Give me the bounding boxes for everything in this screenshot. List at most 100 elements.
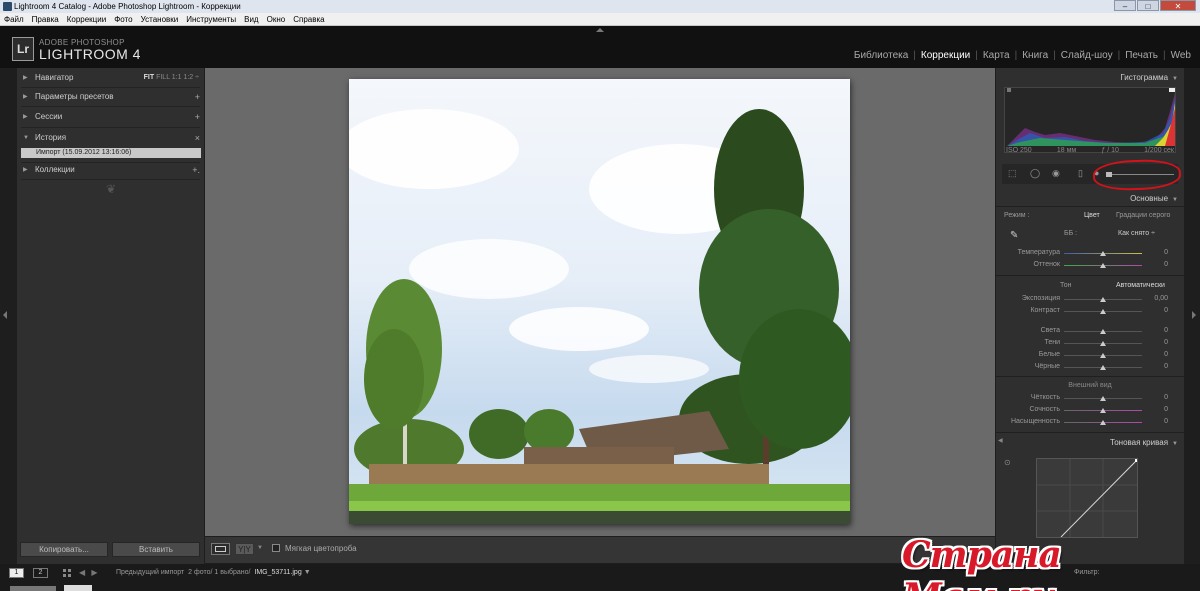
identity-plate xyxy=(0,26,1200,68)
vibrance-slider[interactable]: Сочность 0 xyxy=(1004,406,1176,416)
graduated-filter-icon[interactable]: ▯ xyxy=(1078,168,1083,179)
exposure-slider[interactable]: Экспозиция 0,00 xyxy=(1004,295,1176,305)
source-count: 2 фото/ 1 выбрано/ xyxy=(188,569,251,576)
presets-header[interactable]: ▶ Параметры пресетов + xyxy=(21,91,201,103)
target-adjust-icon[interactable]: ⊙ xyxy=(1004,458,1011,467)
menu-file[interactable]: Файл xyxy=(0,13,28,25)
histogram-header[interactable]: Гистограмма ▼ xyxy=(1120,73,1178,82)
zoom-fill[interactable]: FILL xyxy=(156,74,170,81)
highlights-label: Света xyxy=(1040,327,1060,334)
shadows-value[interactable]: 0 xyxy=(1164,339,1168,346)
white-balance-dropdown[interactable]: Как снято ÷ xyxy=(1118,230,1155,237)
menu-edit[interactable]: Правка xyxy=(28,13,63,25)
expand-triangle-icon[interactable]: ◀ xyxy=(998,437,1003,444)
red-eye-icon[interactable]: ◉ xyxy=(1052,168,1060,179)
collections-header[interactable]: ▶ Коллекции +. xyxy=(21,164,201,176)
history-label: История xyxy=(35,133,67,142)
add-collection-icon[interactable]: +. xyxy=(192,164,200,176)
before-after-dropdown-icon[interactable]: ▼ xyxy=(257,545,263,551)
saturation-value[interactable]: 0 xyxy=(1164,418,1168,425)
filmstrip-thumbnail[interactable] xyxy=(64,585,92,591)
sessions-header[interactable]: ▶ Сессии + xyxy=(21,111,201,123)
contrast-value[interactable]: 0 xyxy=(1164,307,1168,314)
menu-window[interactable]: Окно xyxy=(263,13,290,25)
paste-settings-button[interactable]: Вставить xyxy=(112,542,200,557)
zoom-1-2[interactable]: 1:2 ÷ xyxy=(183,74,199,81)
module-develop[interactable]: Коррекции xyxy=(918,50,973,61)
before-after-button[interactable]: Y|Y xyxy=(235,543,254,555)
secondary-window-button[interactable]: 2 xyxy=(33,568,48,578)
zoom-1-1[interactable]: 1:1 xyxy=(172,74,182,81)
auto-tone-button[interactable]: Автоматически xyxy=(1116,282,1165,289)
basic-header[interactable]: Основные ▼ xyxy=(1130,194,1178,203)
source-dropdown-icon[interactable]: ▼ xyxy=(304,569,311,576)
spot-removal-icon[interactable]: ◯ xyxy=(1030,168,1040,179)
vibrance-value[interactable]: 0 xyxy=(1164,406,1168,413)
zoom-fit[interactable]: FIT xyxy=(144,74,155,81)
temperature-slider[interactable]: Температура 0 xyxy=(1004,249,1176,259)
clarity-label: Чёткость xyxy=(1030,394,1060,401)
photo-preview[interactable] xyxy=(349,79,850,524)
tone-curve-header[interactable]: Тоновая кривая ▼ xyxy=(1110,438,1178,447)
whites-value[interactable]: 0 xyxy=(1164,351,1168,358)
filmstrip-source[interactable]: Предыдущий импорт 2 фото/ 1 выбрано/ IMG… xyxy=(116,569,311,576)
soft-proof-checkbox[interactable] xyxy=(272,544,280,552)
highlights-slider[interactable]: Света 0 xyxy=(1004,327,1176,337)
exposure-value[interactable]: 0,00 xyxy=(1154,295,1168,302)
maximize-button[interactable]: □ xyxy=(1137,0,1159,11)
back-arrow-icon[interactable]: ◀ xyxy=(79,568,85,577)
navigator-header[interactable]: ▶ Навигатор FIT FILL 1:1 1:2 ÷ xyxy=(21,72,201,84)
tone-label: Тон xyxy=(1060,282,1072,289)
temperature-value[interactable]: 0 xyxy=(1164,249,1168,256)
module-slideshow[interactable]: Слайд-шоу xyxy=(1058,50,1116,61)
close-button[interactable]: ✕ xyxy=(1160,0,1196,11)
copy-settings-button[interactable]: Копировать... xyxy=(20,542,108,557)
left-panel: ▶ Навигатор FIT FILL 1:1 1:2 ÷ ▶ Парамет… xyxy=(17,68,204,564)
whites-slider[interactable]: Белые 0 xyxy=(1004,351,1176,361)
highlights-value[interactable]: 0 xyxy=(1164,327,1168,334)
history-header[interactable]: ▼ История × xyxy=(21,132,201,144)
add-session-icon[interactable]: + xyxy=(195,111,200,123)
menu-view[interactable]: Вид xyxy=(240,13,262,25)
module-map[interactable]: Карта xyxy=(980,50,1013,61)
iso-value: ISO 250 xyxy=(1006,147,1032,154)
module-web[interactable]: Web xyxy=(1168,50,1194,61)
add-preset-icon[interactable]: + xyxy=(195,91,200,103)
module-library[interactable]: Библиотека xyxy=(851,50,911,61)
grid-view-icon[interactable] xyxy=(63,569,72,578)
module-book[interactable]: Книга xyxy=(1019,50,1051,61)
shadows-slider[interactable]: Тени 0 xyxy=(1004,339,1176,349)
menu-tools[interactable]: Инструменты xyxy=(182,13,240,25)
eyedropper-icon[interactable]: ✎ xyxy=(1010,230,1018,241)
crop-tool-icon[interactable]: ⬚ xyxy=(1008,168,1017,179)
menu-develop[interactable]: Коррекции xyxy=(63,13,110,25)
blacks-slider[interactable]: Чёрные 0 xyxy=(1004,363,1176,373)
filmstrip-thumbnail[interactable] xyxy=(10,586,56,591)
module-print[interactable]: Печать xyxy=(1122,50,1161,61)
brand-title: LIGHTROOM 4 xyxy=(39,46,141,62)
primary-window-button[interactable]: 1 xyxy=(9,568,24,578)
menu-photo[interactable]: Фото xyxy=(110,13,136,25)
tone-curve-graph[interactable] xyxy=(1036,458,1138,538)
expand-triangle-icon: ▶ xyxy=(23,94,28,100)
loupe-view-button[interactable] xyxy=(211,543,230,555)
history-step[interactable]: Импорт (15.09.2012 13:16:06) xyxy=(21,148,201,158)
tint-value[interactable]: 0 xyxy=(1164,261,1168,268)
clear-history-icon[interactable]: × xyxy=(195,132,200,144)
clarity-value[interactable]: 0 xyxy=(1164,394,1168,401)
treatment-grayscale[interactable]: Градации серого xyxy=(1116,212,1170,219)
treatment-color[interactable]: Цвет xyxy=(1084,212,1100,219)
contrast-slider[interactable]: Контраст 0 xyxy=(1004,307,1176,317)
saturation-slider[interactable]: Насыщенность 0 xyxy=(1004,418,1176,428)
blacks-label: Чёрные xyxy=(1034,363,1060,370)
tint-slider[interactable]: Оттенок 0 xyxy=(1004,261,1176,271)
clarity-slider[interactable]: Чёткость 0 xyxy=(1004,394,1176,404)
minimize-button[interactable]: – xyxy=(1114,0,1136,11)
right-panel-toggle-icon[interactable] xyxy=(1192,311,1196,319)
blacks-value[interactable]: 0 xyxy=(1164,363,1168,370)
top-panel-toggle-icon[interactable] xyxy=(596,28,604,32)
left-panel-toggle-icon[interactable] xyxy=(3,311,7,319)
menu-settings[interactable]: Установки xyxy=(137,13,183,25)
forward-arrow-icon[interactable]: ▶ xyxy=(91,568,97,577)
menu-help[interactable]: Справка xyxy=(289,13,328,25)
